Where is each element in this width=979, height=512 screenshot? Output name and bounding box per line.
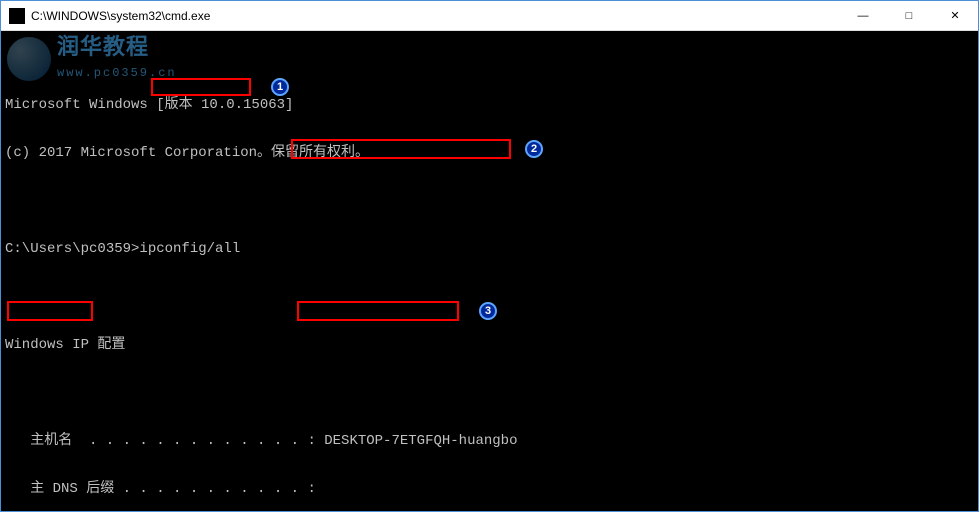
highlight-command (151, 78, 251, 96)
titlebar[interactable]: C:\WINDOWS\system32\cmd.exe — □ ✕ (1, 1, 978, 31)
watermark-brand: 润华教程 (57, 41, 149, 57)
annotation-badge-1: 1 (271, 78, 289, 96)
blank-line (5, 385, 974, 401)
output-line: 主机名 . . . . . . . . . . . . . : DESKTOP-… (5, 433, 974, 449)
minimize-button[interactable]: — (840, 1, 886, 31)
blank-line (5, 193, 974, 209)
annotation-badge-3: 3 (479, 302, 497, 320)
maximize-button[interactable]: □ (886, 1, 932, 31)
banner-line: (c) 2017 Microsoft Corporation。保留所有权利。 (5, 145, 974, 161)
cmd-icon (9, 8, 25, 24)
blank-line (5, 289, 974, 305)
logo-icon (7, 37, 51, 81)
hostname-value: DESKTOP-7ETGFQH-huangbo (324, 433, 517, 449)
window-title: C:\WINDOWS\system32\cmd.exe (31, 9, 840, 23)
output-line: 主 DNS 后缀 . . . . . . . . . . . : (5, 481, 974, 497)
terminal-area[interactable]: 润华教程 www.pc0359.cn Microsoft Windows [版本… (1, 31, 978, 511)
cmd-window: C:\WINDOWS\system32\cmd.exe — □ ✕ 润华教程 w… (0, 0, 979, 512)
banner-line: Microsoft Windows [版本 10.0.15063] (5, 97, 974, 113)
prompt-line: C:\Users\pc0359>ipconfig/all (5, 241, 974, 257)
typed-command: ipconfig/all (139, 241, 240, 257)
prompt-path: C:\Users\pc0359> (5, 241, 139, 257)
hostname-label: 主机名 . . . . . . . . . . . . . : (5, 433, 324, 449)
section-header: Windows IP 配置 (5, 337, 974, 353)
close-button[interactable]: ✕ (932, 1, 978, 31)
watermark-domain: www.pc0359.cn (57, 65, 177, 81)
